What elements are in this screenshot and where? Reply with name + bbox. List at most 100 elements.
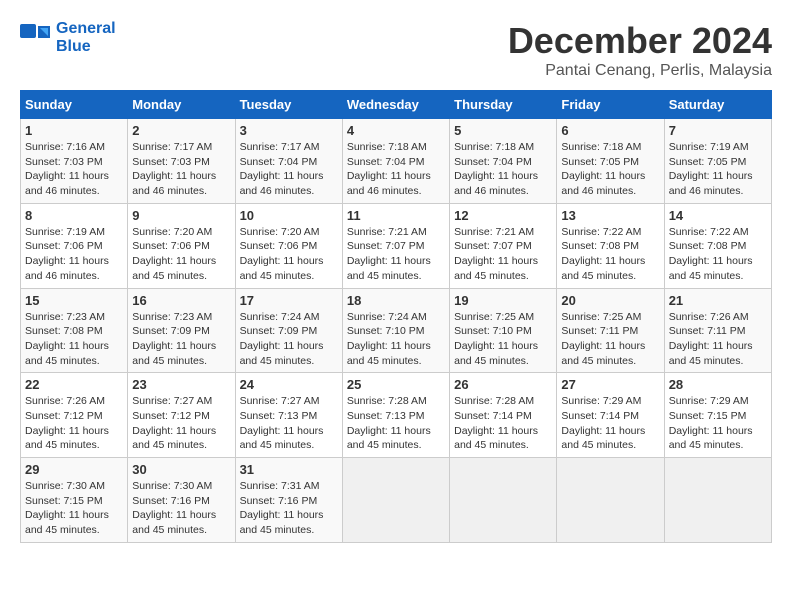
- day-info: Sunrise: 7:28 AM Sunset: 7:13 PM Dayligh…: [347, 394, 445, 453]
- day-number: 8: [25, 208, 123, 223]
- location-subtitle: Pantai Cenang, Perlis, Malaysia: [508, 62, 772, 80]
- day-number: 6: [561, 123, 659, 138]
- day-number: 29: [25, 462, 123, 477]
- calendar-day: 5 Sunrise: 7:18 AM Sunset: 7:04 PM Daylig…: [450, 119, 557, 204]
- day-number: 2: [132, 123, 230, 138]
- day-info: Sunrise: 7:22 AM Sunset: 7:08 PM Dayligh…: [561, 225, 659, 284]
- day-info: Sunrise: 7:29 AM Sunset: 7:15 PM Dayligh…: [669, 394, 767, 453]
- day-number: 12: [454, 208, 552, 223]
- calendar-day: 27 Sunrise: 7:29 AM Sunset: 7:14 PM Dayli…: [557, 373, 664, 458]
- calendar-day: 4Sunrise: 7:18 AM Sunset: 7:04 PM Daylig…: [342, 119, 449, 204]
- day-info: Sunrise: 7:27 AM Sunset: 7:13 PM Dayligh…: [240, 394, 338, 453]
- day-info: Sunrise: 7:26 AM Sunset: 7:11 PM Dayligh…: [669, 310, 767, 369]
- header-day-friday: Friday: [557, 91, 664, 119]
- calendar-day: 26Sunrise: 7:28 AM Sunset: 7:14 PM Dayli…: [450, 373, 557, 458]
- month-title: December 2024: [508, 20, 772, 62]
- day-info: Sunrise: 7:25 AM Sunset: 7:10 PM Dayligh…: [454, 310, 552, 369]
- day-info: Sunrise: 7:22 AM Sunset: 7:08 PM Dayligh…: [669, 225, 767, 284]
- header-day-wednesday: Wednesday: [342, 91, 449, 119]
- calendar-day: 23Sunrise: 7:27 AM Sunset: 7:12 PM Dayli…: [128, 373, 235, 458]
- calendar-day: 30Sunrise: 7:30 AM Sunset: 7:16 PM Dayli…: [128, 458, 235, 543]
- calendar-day: 10 Sunrise: 7:20 AM Sunset: 7:06 PM Dayli…: [235, 203, 342, 288]
- day-info: Sunrise: 7:29 AM Sunset: 7:14 PM Dayligh…: [561, 394, 659, 453]
- page-header: General Blue December 2024 Pantai Cenang…: [20, 20, 772, 80]
- day-info: Sunrise: 7:20 AM Sunset: 7:06 PM Dayligh…: [240, 225, 338, 284]
- calendar-day: 14Sunrise: 7:22 AM Sunset: 7:08 PM Dayli…: [664, 203, 771, 288]
- calendar-day: 12 Sunrise: 7:21 AM Sunset: 7:07 PM Dayli…: [450, 203, 557, 288]
- day-info: Sunrise: 7:19 AM Sunset: 7:06 PM Dayligh…: [25, 225, 123, 284]
- header-day-monday: Monday: [128, 91, 235, 119]
- day-number: 20: [561, 293, 659, 308]
- day-number: 30: [132, 462, 230, 477]
- day-info: Sunrise: 7:23 AM Sunset: 7:08 PM Dayligh…: [25, 310, 123, 369]
- calendar-table: SundayMondayTuesdayWednesdayThursdayFrid…: [20, 90, 772, 543]
- calendar-day: 15 Sunrise: 7:23 AM Sunset: 7:08 PM Dayli…: [21, 288, 128, 373]
- day-number: 1: [25, 123, 123, 138]
- calendar-week-1: 1 Sunrise: 7:16 AM Sunset: 7:03 PM Daylig…: [21, 119, 772, 204]
- calendar-day: 9Sunrise: 7:20 AM Sunset: 7:06 PM Daylig…: [128, 203, 235, 288]
- header-day-tuesday: Tuesday: [235, 91, 342, 119]
- calendar-day: 20 Sunrise: 7:25 AM Sunset: 7:11 PM Dayli…: [557, 288, 664, 373]
- day-info: Sunrise: 7:21 AM Sunset: 7:07 PM Dayligh…: [454, 225, 552, 284]
- day-info: Sunrise: 7:27 AM Sunset: 7:12 PM Dayligh…: [132, 394, 230, 453]
- logo-icon: [20, 24, 52, 52]
- day-number: 5: [454, 123, 552, 138]
- calendar-day: 11 Sunrise: 7:21 AM Sunset: 7:07 PM Dayli…: [342, 203, 449, 288]
- calendar-day: 3 Sunrise: 7:17 AM Sunset: 7:04 PM Daylig…: [235, 119, 342, 204]
- day-number: 25: [347, 377, 445, 392]
- header-day-saturday: Saturday: [664, 91, 771, 119]
- calendar-day: 18 Sunrise: 7:24 AM Sunset: 7:10 PM Dayli…: [342, 288, 449, 373]
- calendar-day: [664, 458, 771, 543]
- calendar-day: 1 Sunrise: 7:16 AM Sunset: 7:03 PM Daylig…: [21, 119, 128, 204]
- day-info: Sunrise: 7:17 AM Sunset: 7:03 PM Dayligh…: [132, 140, 230, 199]
- day-number: 16: [132, 293, 230, 308]
- day-number: 10: [240, 208, 338, 223]
- day-number: 31: [240, 462, 338, 477]
- logo-text: General Blue: [56, 20, 116, 56]
- calendar-day: 16 Sunrise: 7:23 AM Sunset: 7:09 PM Dayli…: [128, 288, 235, 373]
- calendar-week-2: 8 Sunrise: 7:19 AM Sunset: 7:06 PM Daylig…: [21, 203, 772, 288]
- day-info: Sunrise: 7:24 AM Sunset: 7:10 PM Dayligh…: [347, 310, 445, 369]
- calendar-day: [450, 458, 557, 543]
- day-info: Sunrise: 7:23 AM Sunset: 7:09 PM Dayligh…: [132, 310, 230, 369]
- title-block: December 2024 Pantai Cenang, Perlis, Mal…: [508, 20, 772, 80]
- calendar-day: 19 Sunrise: 7:25 AM Sunset: 7:10 PM Dayli…: [450, 288, 557, 373]
- calendar-day: 6 Sunrise: 7:18 AM Sunset: 7:05 PM Daylig…: [557, 119, 664, 204]
- day-info: Sunrise: 7:17 AM Sunset: 7:04 PM Dayligh…: [240, 140, 338, 199]
- day-info: Sunrise: 7:18 AM Sunset: 7:05 PM Dayligh…: [561, 140, 659, 199]
- day-number: 13: [561, 208, 659, 223]
- calendar-day: [342, 458, 449, 543]
- calendar-day: 8 Sunrise: 7:19 AM Sunset: 7:06 PM Daylig…: [21, 203, 128, 288]
- header-day-sunday: Sunday: [21, 91, 128, 119]
- day-number: 7: [669, 123, 767, 138]
- day-number: 28: [669, 377, 767, 392]
- calendar-day: 28 Sunrise: 7:29 AM Sunset: 7:15 PM Dayli…: [664, 373, 771, 458]
- calendar-day: 25 Sunrise: 7:28 AM Sunset: 7:13 PM Dayli…: [342, 373, 449, 458]
- day-number: 4: [347, 123, 445, 138]
- calendar-day: 17 Sunrise: 7:24 AM Sunset: 7:09 PM Dayli…: [235, 288, 342, 373]
- day-info: Sunrise: 7:28 AM Sunset: 7:14 PM Dayligh…: [454, 394, 552, 453]
- day-number: 27: [561, 377, 659, 392]
- day-info: Sunrise: 7:25 AM Sunset: 7:11 PM Dayligh…: [561, 310, 659, 369]
- calendar-day: 22Sunrise: 7:26 AM Sunset: 7:12 PM Dayli…: [21, 373, 128, 458]
- day-info: Sunrise: 7:21 AM Sunset: 7:07 PM Dayligh…: [347, 225, 445, 284]
- day-info: Sunrise: 7:18 AM Sunset: 7:04 PM Dayligh…: [454, 140, 552, 199]
- day-number: 15: [25, 293, 123, 308]
- calendar-day: [557, 458, 664, 543]
- day-info: Sunrise: 7:26 AM Sunset: 7:12 PM Dayligh…: [25, 394, 123, 453]
- day-info: Sunrise: 7:31 AM Sunset: 7:16 PM Dayligh…: [240, 479, 338, 538]
- logo: General Blue: [20, 20, 116, 56]
- day-number: 3: [240, 123, 338, 138]
- header-row: SundayMondayTuesdayWednesdayThursdayFrid…: [21, 91, 772, 119]
- calendar-day: 2 Sunrise: 7:17 AM Sunset: 7:03 PM Daylig…: [128, 119, 235, 204]
- day-number: 17: [240, 293, 338, 308]
- day-number: 11: [347, 208, 445, 223]
- day-number: 9: [132, 208, 230, 223]
- day-info: Sunrise: 7:16 AM Sunset: 7:03 PM Dayligh…: [25, 140, 123, 199]
- calendar-week-5: 29Sunrise: 7:30 AM Sunset: 7:15 PM Dayli…: [21, 458, 772, 543]
- day-number: 19: [454, 293, 552, 308]
- day-info: Sunrise: 7:24 AM Sunset: 7:09 PM Dayligh…: [240, 310, 338, 369]
- calendar-header: SundayMondayTuesdayWednesdayThursdayFrid…: [21, 91, 772, 119]
- calendar-week-4: 22Sunrise: 7:26 AM Sunset: 7:12 PM Dayli…: [21, 373, 772, 458]
- day-number: 18: [347, 293, 445, 308]
